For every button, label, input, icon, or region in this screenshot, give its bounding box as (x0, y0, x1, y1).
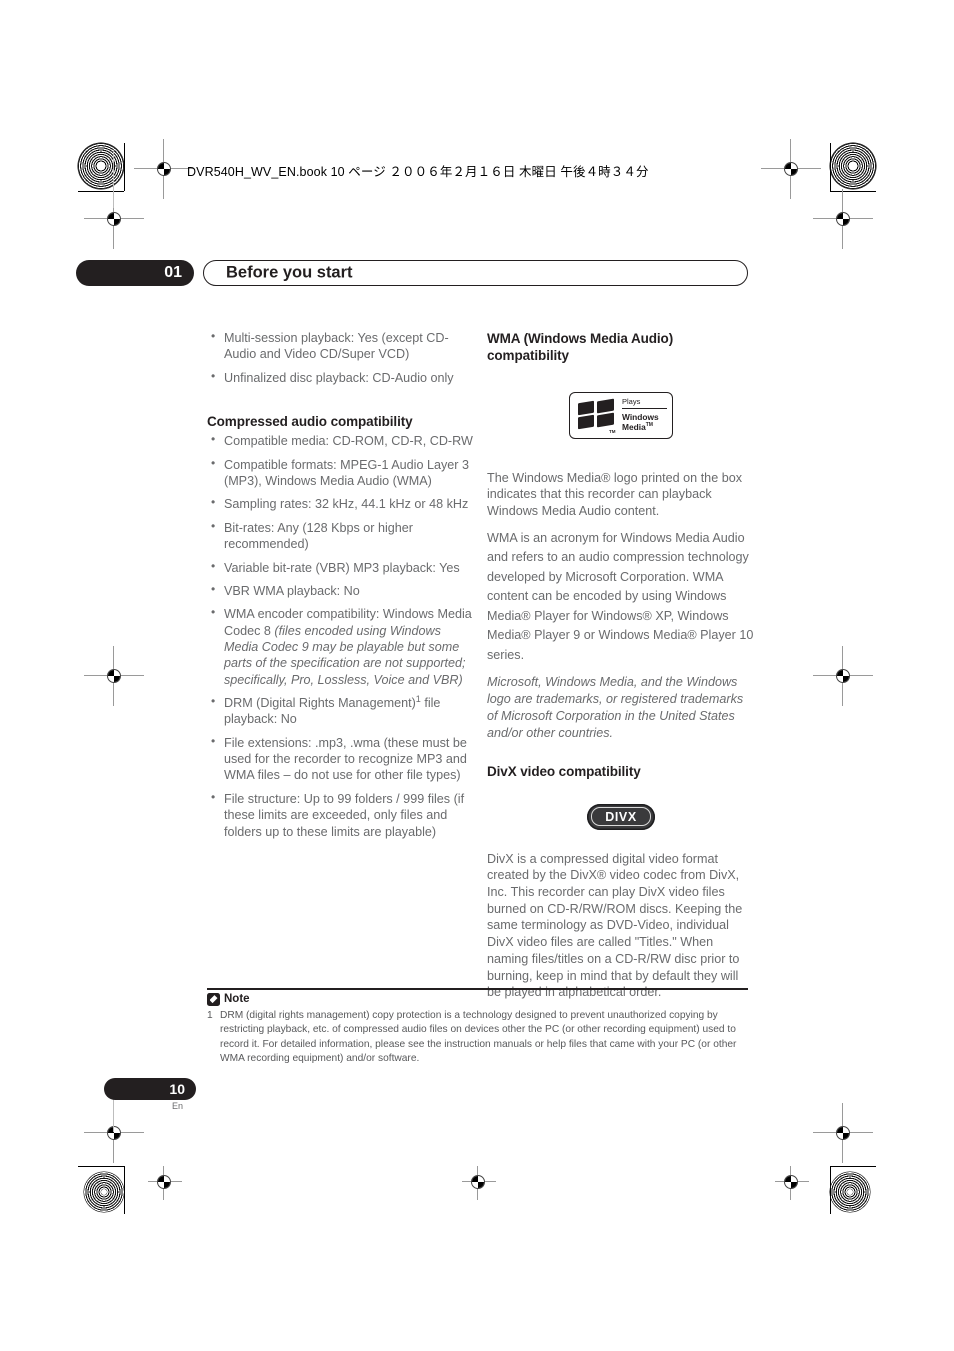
footnote-1: 1 DRM (digital rights management) copy p… (207, 1009, 748, 1067)
list-item: Compatible media: CD-ROM, CD-R, CD-RW (207, 432, 475, 449)
intro-bullet-list: Multi-session playback: Yes (except CD-A… (207, 329, 475, 386)
note-pencil-icon (207, 992, 220, 1006)
crop-mark-bottom-left-h (78, 1166, 124, 1167)
list-item-drm: DRM (Digital Rights Management)1 file pl… (207, 694, 475, 728)
list-item: Variable bit-rate (VBR) MP3 playback: Ye… (207, 558, 475, 576)
note-block: Note 1 DRM (digital rights management) c… (207, 988, 748, 1067)
list-item-label: DRM (Digital Rights Management) (224, 696, 416, 711)
section-heading-divx: DivX video compatibility (487, 764, 641, 780)
crop-mark-bottom-left (124, 1166, 125, 1214)
book-header-text: DVR540H_WV_EN.book 10 ページ ２００６年２月１６日 木曜日… (187, 165, 649, 179)
wma-logo-brand-line2: MediaTM (622, 422, 667, 432)
list-item: Sampling rates: 32 kHz, 44.1 kHz or 48 k… (207, 495, 475, 512)
registration-target-bottom-right (830, 1172, 870, 1212)
list-item: File structure: Up to 99 folders / 999 f… (207, 790, 475, 840)
list-item: Multi-session playback: Yes (except CD-A… (207, 329, 475, 363)
divx-logo-container: DIVX (487, 784, 755, 851)
wma-logo-container: TM Plays Windows MediaTM (487, 368, 755, 470)
right-column: WMA (Windows Media Audio) compatibility … (487, 330, 755, 1010)
list-item-wma-encoder: WMA encoder compatibility: Windows Media… (207, 605, 475, 688)
registration-target-bottom-left (84, 1172, 124, 1212)
section-heading-wma: WMA (Windows Media Audio) compatibility (487, 331, 674, 364)
cross-registration-mark-bottom-left (148, 1166, 182, 1200)
crop-mark-bottom-right-h (830, 1166, 876, 1167)
page-number-badge: 10 (104, 1078, 196, 1100)
note-divider (207, 988, 748, 990)
chapter-title-container: Before you start (203, 260, 748, 286)
registration-target-top-left (78, 143, 124, 189)
compressed-audio-bullet-list: Compatible media: CD-ROM, CD-R, CD-RW Co… (207, 432, 475, 840)
wma-paragraph-1: The Windows Media® logo printed on the b… (487, 470, 742, 518)
wma-logo-brand: Windows MediaTM (622, 409, 667, 433)
divx-logo: DIVX (587, 803, 655, 830)
crop-mark-bottom-right (830, 1166, 831, 1214)
crop-mark-top-left (124, 143, 125, 191)
section-heading-compressed-audio: Compressed audio compatibility (207, 414, 413, 430)
crop-mark-top-right-h (830, 191, 876, 192)
chapter-header: 01 Before you start (76, 260, 748, 286)
gutter-rule-top (112, 150, 114, 208)
wma-logo-brand-line1: Windows (622, 412, 659, 423)
footnote-number: 1 (207, 1009, 213, 1021)
note-label: Note (224, 993, 250, 1006)
cross-registration-mark-top-right (761, 139, 821, 199)
crop-mark-top-right (830, 143, 831, 191)
left-column: Multi-session playback: Yes (except CD-A… (207, 329, 475, 847)
wma-logo-text: Plays Windows MediaTM (622, 397, 667, 433)
cross-registration-mark-top-left (134, 139, 194, 199)
divx-logo-text: DIVX (605, 809, 637, 824)
wma-trademark-note: Microsoft, Windows Media, and the Window… (487, 675, 744, 740)
registration-target-top-right (830, 143, 876, 189)
list-item: Bit-rates: Any (128 Kbps or higher recom… (207, 519, 475, 553)
list-item: Compatible formats: MPEG-1 Audio Layer 3… (207, 456, 475, 490)
page-title: Before you start (226, 263, 353, 282)
cross-registration-mark-right-lower (813, 1103, 873, 1163)
cross-registration-mark-right-middle (813, 646, 873, 706)
windows-flag-icon: TM (578, 398, 616, 434)
page-language-code: En (171, 1101, 183, 1111)
wma-paragraph-2: WMA is an acronym for Windows Media Audi… (487, 530, 754, 662)
cross-registration-mark-right-upper (813, 189, 873, 249)
list-item: Unfinalized disc playback: CD-Audio only (207, 369, 475, 386)
note-header: Note (207, 992, 748, 1006)
wma-logo-brand-tm: TM (645, 422, 653, 429)
chapter-number-badge: 01 (76, 260, 194, 286)
cross-registration-mark-left-middle (84, 646, 144, 706)
wma-logo-brand-line2-text: Media (622, 422, 646, 433)
cross-registration-mark-bottom-right (775, 1166, 809, 1200)
footnote-text: DRM (digital rights management) copy pro… (220, 1009, 737, 1065)
cross-registration-mark-left-upper (84, 189, 144, 249)
plays-windows-media-logo: TM Plays Windows MediaTM (569, 391, 673, 439)
divx-paragraph: DivX is a compressed digital video forma… (487, 851, 743, 1000)
cross-registration-mark-bottom-center (462, 1166, 496, 1200)
list-item: File extensions: .mp3, .wma (these must … (207, 734, 475, 784)
crop-mark-top-left-h (78, 191, 124, 192)
wma-logo-plays-label: Plays (622, 397, 667, 410)
list-item: VBR WMA playback: No (207, 582, 475, 599)
windows-flag-tm-label: TM (609, 428, 616, 434)
